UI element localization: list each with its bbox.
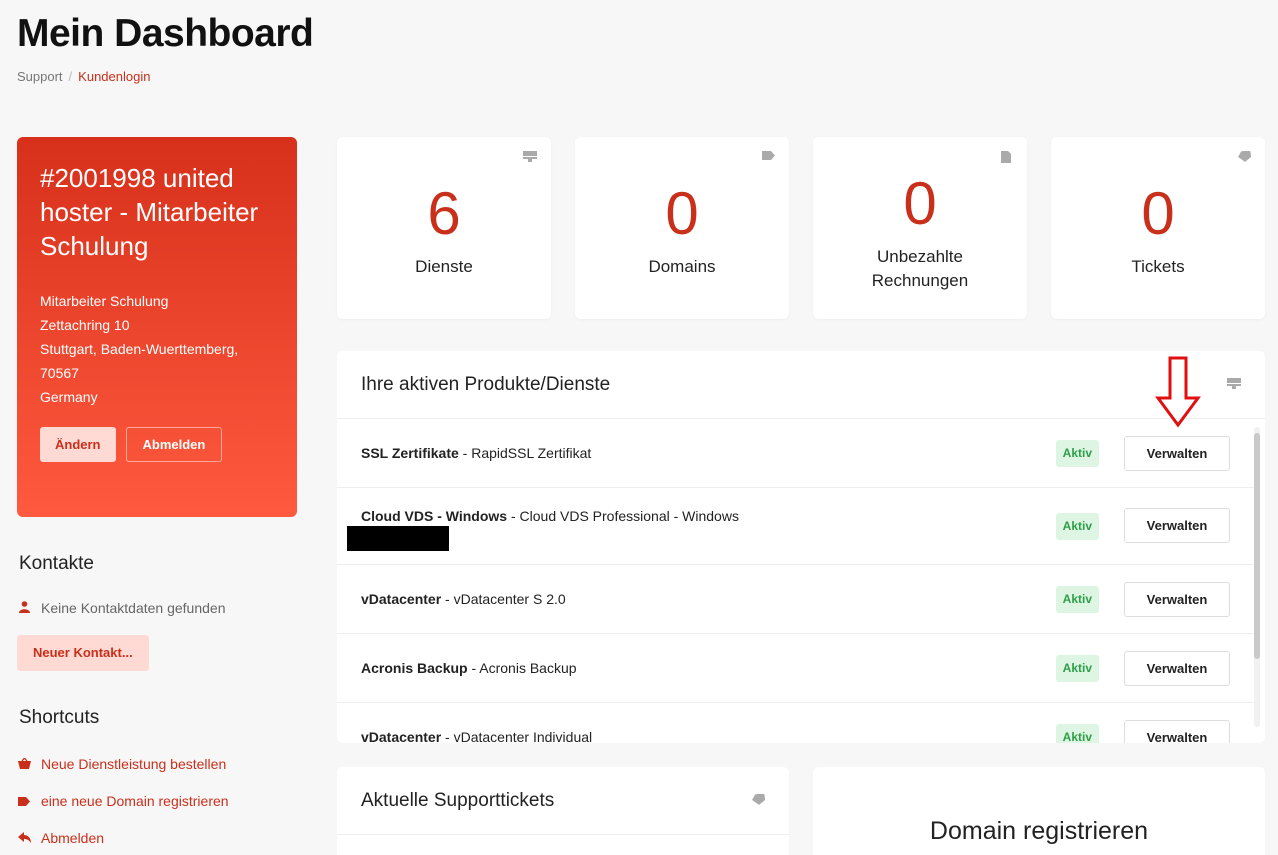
shortcut-logout[interactable]: Abmelden [17,830,104,846]
product-description: Cloud VDS - Windows - Cloud VDS Professi… [361,508,1056,524]
stat-label-line: Unbezahlte [876,247,963,266]
breadcrumb-separator: / [68,69,73,84]
support-tickets-panel: Aktuelle Supporttickets [337,767,789,855]
status-badge: Aktiv [1055,654,1099,682]
panel-header: Aktuelle Supporttickets [337,767,789,835]
product-name: vDatacenter [361,729,442,743]
logout-button[interactable]: Abmelden [125,427,223,462]
product-row[interactable]: SSL Zertifikate - RapidSSL Zertifikat Ak… [337,419,1254,488]
stat-tile-services[interactable]: 6 Dienste [337,137,551,319]
ticket-icon [752,792,766,808]
address-line: Mitarbeiter Schulung [40,293,169,309]
breadcrumb: Support / Kundenlogin [17,69,150,84]
contacts-empty-text: Keine Kontaktdaten gefunden [41,600,226,616]
tag-icon [761,151,775,163]
product-name: Cloud VDS - Windows [361,508,508,524]
product-list-scrollbar[interactable] [1254,427,1260,727]
stat-tile-unpaid-invoices[interactable]: 0 Unbezahlte Rechnungen [813,137,1027,319]
panel-title: Ihre aktiven Produkte/Dienste [361,373,611,395]
stat-label: Dienste [415,257,473,276]
active-products-panel: Ihre aktiven Produkte/Dienste SSL Zertif… [337,351,1265,743]
manage-button[interactable]: Verwalten [1124,581,1230,617]
address-line: Stuttgart, Baden-Wuerttemberg, [40,341,239,357]
status-badge: Aktiv [1055,513,1099,540]
manage-button[interactable]: Verwalten [1124,719,1230,743]
manage-button[interactable]: Verwalten [1124,508,1230,543]
stat-tile-domains[interactable]: 0 Domains [575,137,789,319]
product-row[interactable]: vDatacenter - vDatacenter S 2.0 Aktiv Ve… [337,565,1254,634]
shortcut-register-domain[interactable]: eine neue Domain registrieren [17,793,229,809]
panel-title: Aktuelle Supporttickets [361,789,555,811]
breadcrumb-support[interactable]: Support [17,69,63,84]
document-icon [999,151,1013,163]
shortcut-label[interactable]: Neue Dienstleistung bestellen [41,756,226,772]
server-icon [1227,377,1241,392]
stat-label-line: Rechnungen [871,271,969,290]
product-detail: - vDatacenter S 2.0 [441,591,566,607]
shortcuts-heading: Shortcuts [19,707,100,728]
product-detail: - vDatacenter Individual [441,729,593,743]
stat-label: Domains [648,257,716,276]
client-buttons: Ändern Abmelden [40,427,274,462]
product-name: Acronis Backup [361,660,468,676]
stat-tile-tickets[interactable]: 0 Tickets [1051,137,1265,319]
shortcut-label[interactable]: Abmelden [41,830,104,846]
redacted-block [347,526,449,551]
product-detail: - Acronis Backup [467,660,577,676]
stat-value: 0 [903,170,937,237]
product-row[interactable]: Cloud VDS - Windows - Cloud VDS Professi… [337,488,1254,565]
status-badge: Aktiv [1055,585,1099,613]
stat-value: 0 [1141,180,1175,247]
product-detail: - Cloud VDS Professional - Windows [507,508,739,524]
address-line: Germany [40,389,98,405]
stat-label: Unbezahlte Rechnungen [813,245,1027,293]
scrollbar-thumb[interactable] [1254,433,1260,659]
product-name: vDatacenter [361,591,442,607]
annotation-arrow-down-icon [1155,356,1201,428]
stat-value: 0 [665,180,699,247]
product-description: SSL Zertifikate - RapidSSL Zertifikat [361,445,1056,461]
address-line: 70567 [40,365,79,381]
contacts-empty: Keine Kontaktdaten gefunden [17,600,226,616]
manage-button[interactable]: Verwalten [1124,650,1230,686]
server-icon [523,151,537,163]
page-title: Mein Dashboard [17,12,314,55]
stat-value: 6 [427,180,461,247]
breadcrumb-current[interactable]: Kundenlogin [78,69,150,84]
address-line: Zettachring 10 [40,317,130,333]
status-badge: Aktiv [1055,439,1099,467]
product-row[interactable]: Acronis Backup - Acronis Backup Aktiv Ve… [337,634,1254,703]
user-icon [17,600,31,616]
shortcut-order-service[interactable]: Neue Dienstleistung bestellen [17,756,226,772]
tag-icon [17,794,31,809]
contacts-heading: Kontakte [19,553,94,574]
edit-client-button[interactable]: Ändern [40,427,116,462]
product-name: SSL Zertifikate [361,445,459,461]
shortcut-label[interactable]: eine neue Domain registrieren [41,793,229,809]
product-description: Acronis Backup - Acronis Backup [361,660,1056,676]
product-list: SSL Zertifikate - RapidSSL Zertifikat Ak… [337,419,1265,743]
domain-register-title: Domain registrieren [929,817,1149,845]
product-row[interactable]: vDatacenter - vDatacenter Individual Akt… [337,703,1254,743]
status-badge: Aktiv [1055,723,1099,743]
client-card: #2001998 united hoster - Mitarbeiter Sch… [17,137,297,517]
basket-icon [17,756,31,772]
new-contact-button[interactable]: Neuer Kontakt... [17,635,149,671]
client-address: Mitarbeiter Schulung Zettachring 10 Stut… [40,289,274,409]
client-title: #2001998 united hoster - Mitarbeiter Sch… [40,163,259,261]
arrow-back-icon [17,831,31,846]
ticket-icon [1237,149,1251,163]
manage-button[interactable]: Verwalten [1124,435,1230,471]
stat-label: Tickets [1131,257,1185,276]
product-description: vDatacenter - vDatacenter Individual [361,729,1056,743]
product-detail: - RapidSSL Zertifikat [458,445,592,461]
product-description: vDatacenter - vDatacenter S 2.0 [361,591,1056,607]
domain-register-panel: Domain registrieren [813,767,1265,855]
panel-header: Ihre aktiven Produkte/Dienste [337,351,1265,419]
